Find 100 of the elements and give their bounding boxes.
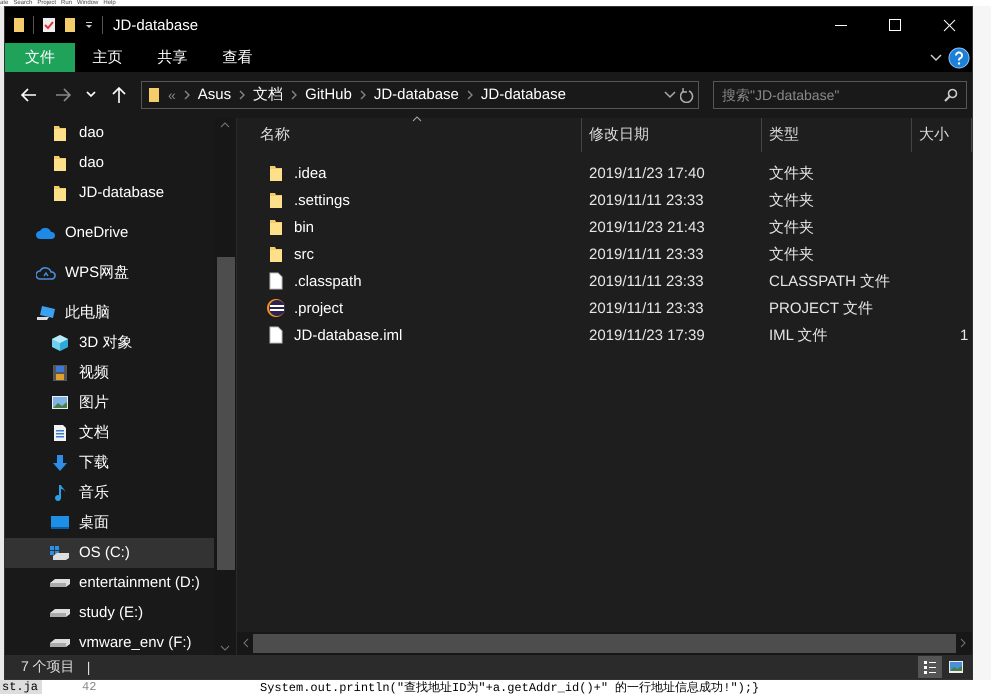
file-name: bin [294,218,314,236]
file-row[interactable]: JD-database.iml 2019/11/23 17:39 IML 文件 1 [237,322,972,348]
file-row[interactable]: .settings 2019/11/11 23:33 文件夹 [237,186,972,214]
date-modified: 2019/11/11 23:33 [588,192,705,208]
ribbon-tab[interactable]: 主页 [75,43,140,72]
breadcrumb-item[interactable]: JD-database [374,86,459,104]
file-type: CLASSPATH 文件 [768,272,892,290]
sidebar-item[interactable]: OS (C:) [5,538,214,568]
search-field[interactable]: 搜索"JD-database" [713,80,967,109]
scroll-down-icon[interactable] [220,644,230,650]
breadcrumb-item[interactable]: JD-database [480,86,566,104]
chevron-right-icon[interactable] [291,90,298,100]
sidebar-item[interactable]: 桌面 [5,508,214,538]
desktop-icon [50,515,70,530]
sidebar-item[interactable]: vmware_env (F:) [5,628,214,654]
file-type: 文件夹 [768,244,815,264]
search-icon [944,88,958,102]
globe-icon [266,298,286,318]
ribbon-tab[interactable]: 共享 [140,43,205,72]
breadcrumb-item[interactable]: GitHub [305,86,352,104]
document-icon [53,424,67,442]
sidebar-item[interactable]: OneDrive [5,218,214,248]
sidebar-item[interactable]: dao [5,118,214,148]
scroll-left-icon[interactable] [243,638,249,648]
chevron-right-icon[interactable] [360,90,366,100]
window-title: JD-database [113,16,198,34]
editor-tab[interactable]: st.ja [0,680,42,694]
chevron-down-icon[interactable] [664,90,676,99]
sidebar-item[interactable]: 视频 [5,358,214,388]
sidebar-item[interactable]: WPS网盘 [5,258,214,288]
sidebar-item[interactable]: 3D 对象 [5,328,214,358]
forward-arrow-icon[interactable] [55,88,71,102]
folder-icon [269,164,283,182]
scrollbar[interactable] [237,632,972,654]
sidebar-item[interactable]: 图片 [5,388,214,418]
file-row[interactable]: src 2019/11/11 23:33 文件夹 [237,240,972,268]
column-header[interactable]: 名称 [237,118,582,152]
sidebar-item[interactable]: 音乐 [5,478,214,508]
folder-icon [13,17,25,33]
refresh-icon[interactable] [680,86,694,103]
column-header[interactable]: 修改日期 [582,118,762,152]
sidebar-item[interactable]: 文档 [5,418,214,448]
file-type: PROJECT 文件 [768,298,874,318]
sidebar-item[interactable]: 下载 [5,448,214,478]
cloud-icon [36,226,56,240]
ribbon-tab[interactable]: 查看 [205,43,270,72]
sidebar-item[interactable]: JD-database [5,178,214,208]
file-type: 文件夹 [768,218,815,236]
sidebar-item[interactable]: dao [5,148,214,178]
column-header[interactable]: 类型 [762,118,912,152]
dropdown-icon[interactable] [84,20,94,30]
breadcrumb-item[interactable]: 文档 [253,85,284,104]
up-arrow-icon[interactable] [112,86,126,103]
date-modified: 2019/11/11 23:33 [588,272,705,290]
help-icon[interactable] [948,46,970,69]
file-icon [269,272,283,290]
file-size: 1 [959,326,970,344]
sidebar-item[interactable]: entertainment (D:) [5,568,214,598]
folder-icon [269,218,283,236]
file-row[interactable]: .project 2019/11/11 23:33 PROJECT 文件 [237,294,972,322]
drive-icon [49,576,71,588]
chevron-right-icon[interactable] [466,90,473,100]
folder-icon [53,154,67,172]
back-arrow-icon[interactable] [21,88,37,102]
details-view-button[interactable] [918,656,942,678]
file-name: .classpath [294,272,362,290]
cloud-icon [36,264,56,280]
chevron-right-icon[interactable] [184,90,190,100]
date-modified: 2019/11/23 17:40 [588,164,706,182]
picture-icon [51,395,69,410]
file-row[interactable]: .idea 2019/11/23 17:40 文件夹 [237,160,972,186]
chevron-down-icon[interactable] [930,54,942,62]
picture-icon[interactable] [948,660,964,674]
date-modified: 2019/11/11 23:33 [588,246,705,262]
file-name: JD-database.iml [294,326,402,344]
file-row[interactable]: bin 2019/11/23 21:43 文件夹 [237,214,972,240]
folder-icon [269,191,283,209]
overflow-icon[interactable]: « [168,86,176,103]
address-bar[interactable]: « Asus 文档 GitHub JD-database JD-database [141,80,699,109]
file-name: .settings [294,192,350,208]
column-header[interactable]: 大小 [912,118,972,152]
file-type: IML 文件 [768,326,829,344]
file-name: src [294,246,314,262]
cube-icon [51,334,69,352]
scroll-right-icon[interactable] [960,638,966,648]
sidebar-item[interactable]: 此电脑 [5,298,214,328]
sidebar-item[interactable]: study (E:) [5,598,214,628]
close-icon[interactable] [942,18,956,32]
folder-icon [148,86,160,103]
drive-icon [49,544,71,560]
folder-icon [64,17,76,33]
maximize-icon[interactable] [889,19,901,31]
drive-icon [49,606,71,618]
folder-icon [53,184,67,202]
scroll-up-icon[interactable] [220,122,230,128]
file-row[interactable]: .classpath 2019/11/11 23:33 CLASSPATH 文件 [237,268,972,294]
folder-icon [269,245,283,263]
item-count: 7 个项目 [21,658,75,676]
chevron-right-icon[interactable] [239,90,246,100]
breadcrumb-item[interactable]: Asus [198,86,232,104]
